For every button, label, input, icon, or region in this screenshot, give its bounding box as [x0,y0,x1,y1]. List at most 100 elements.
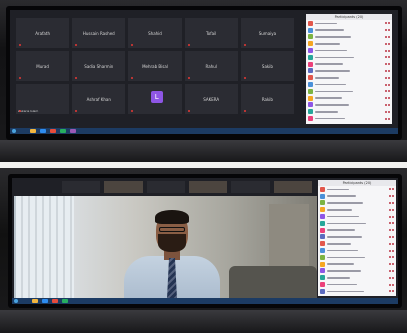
avatar [308,95,313,101]
video-tile[interactable]: Tofail [184,18,238,48]
video-thumbnail[interactable] [62,181,101,193]
participant-row[interactable] [306,81,392,88]
video-off-icon [388,42,390,45]
participant-controls [389,215,394,218]
participant-controls [389,229,394,232]
avatar [320,261,325,267]
video-tile[interactable]: Ashraf Khan [72,84,126,114]
video-thumbnail[interactable] [188,181,228,193]
avatar [308,82,313,88]
taskbar-app-icon[interactable] [52,299,58,303]
video-tile[interactable]: Murad [16,51,70,81]
taskbar-app-icon[interactable] [70,129,76,133]
participant-row[interactable] [306,88,392,95]
participant-row[interactable] [306,20,392,27]
video-off-icon [392,283,394,286]
participant-row[interactable] [306,102,392,109]
participant-row[interactable] [318,254,396,261]
participant-name-line [315,90,353,93]
participant-row[interactable] [306,68,392,75]
avatar [308,54,313,60]
taskbar-app-icon[interactable] [32,299,38,303]
participant-row[interactable] [318,193,396,200]
video-tile[interactable]: SAKERA [184,84,238,114]
windows-taskbar [12,298,398,304]
participant-row[interactable] [318,288,396,295]
taskbar-app-icon[interactable] [42,299,48,303]
avatar [320,248,325,254]
participant-row[interactable] [318,220,396,227]
participant-name: Shahid [148,30,162,36]
participant-row[interactable] [306,74,392,81]
video-thumbnail[interactable] [273,181,312,193]
participant-row[interactable] [306,27,392,34]
participant-row[interactable] [318,234,396,241]
video-off-icon [392,208,394,211]
microphone-muted-icon [19,44,21,46]
speaker-video [14,196,317,304]
video-off-icon [388,103,390,106]
participant-row[interactable] [306,115,392,122]
participant-name-line [315,29,344,31]
video-thumbnail[interactable] [146,181,185,193]
video-thumbnail[interactable] [231,181,270,193]
microphone-muted-icon [389,208,391,211]
taskbar-app-icon[interactable] [60,129,66,133]
participant-row[interactable] [306,34,392,41]
participant-name: Rakib [261,96,273,102]
video-tile[interactable]: Sadia Sharmin [72,51,126,81]
participant-row[interactable] [306,40,392,47]
avatar [308,48,313,54]
participant-name-line [327,222,366,225]
video-tile[interactable]: Sumaiya [240,18,294,48]
participant-row[interactable] [306,95,392,102]
participant-row[interactable] [318,274,396,281]
participant-row[interactable] [318,240,396,247]
video-off-icon [392,269,394,272]
participant-row[interactable] [318,186,396,193]
taskbar-app-icon[interactable] [40,129,46,133]
video-tile[interactable]: Hussain Rashed [72,18,126,48]
video-tile[interactable]: Shahid [128,18,182,48]
participant-name-line [315,56,354,59]
participant-row[interactable] [306,54,392,61]
video-off-icon [392,256,394,259]
microphone-muted-icon [389,263,391,266]
participant-row[interactable] [318,213,396,220]
participant-row[interactable] [318,200,396,207]
taskbar-app-icon[interactable] [62,299,68,303]
windows-start-icon[interactable] [12,129,16,133]
participant-row[interactable] [318,281,396,288]
participant-row[interactable] [318,268,396,275]
video-tile[interactable]: Rahul [184,51,238,81]
participant-row[interactable] [318,227,396,234]
participant-controls [385,97,390,100]
video-tile[interactable]: Mehrab Bisal [128,51,182,81]
taskbar-app-icon[interactable] [50,129,56,133]
video-tile[interactable]: Rakib [240,84,294,114]
windows-start-icon[interactable] [14,299,18,303]
avatar [320,207,325,213]
video-tile[interactable]: L [128,84,182,114]
video-tile[interactable]: Arafath [16,18,70,48]
participant-controls [385,110,390,113]
participant-row[interactable] [306,108,392,115]
participant-controls [389,256,394,259]
participant-row[interactable] [318,247,396,254]
video-tile[interactable]: Zakaria Islam [16,84,70,114]
participant-row[interactable] [306,47,392,54]
video-off-icon [392,263,394,266]
laptop-screen: Participants (20) [12,178,398,304]
participant-name-line [315,36,351,38]
microphone-muted-icon [19,110,21,112]
taskbar-app-icon[interactable] [30,129,36,133]
microphone-muted-icon [187,44,190,46]
video-tile[interactable]: Sakib [240,51,294,81]
video-off-icon [388,76,390,79]
windows-taskbar [10,128,398,134]
participant-row[interactable] [318,206,396,213]
participant-row[interactable] [318,261,396,268]
participant-row[interactable] [306,61,392,68]
avatar [320,275,325,281]
video-thumbnail[interactable] [104,181,143,193]
